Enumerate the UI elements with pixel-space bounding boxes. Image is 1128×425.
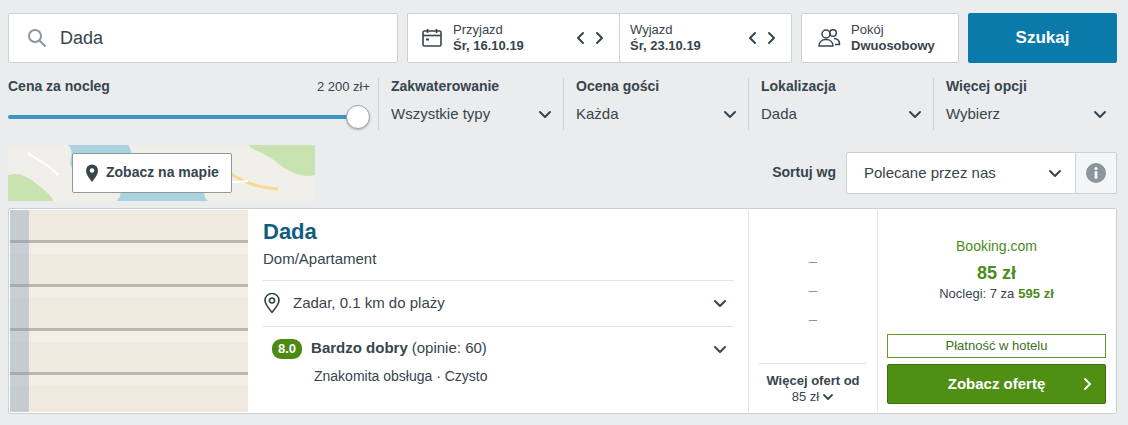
info-button[interactable] (1076, 152, 1117, 194)
location-text: Zadar, 0.1 km do plaży (293, 294, 700, 313)
search-field[interactable] (8, 13, 398, 63)
filter-list: Zakwaterowanie Wszystkie typy Ocena gości K… (378, 78, 1118, 130)
sort-control: Sortuj wg Polecane przez nas (772, 152, 1117, 194)
search-bar: PrzyjazdŚr, 16.10.19WyjazdŚr, 23.10.19 P… (8, 13, 1117, 63)
chevron-down-icon (537, 106, 553, 122)
people-icon (817, 27, 841, 49)
sort-label: Sortuj wg (772, 164, 836, 182)
previous-day-icon[interactable] (573, 30, 587, 46)
date-value: Śr, 16.10.19 (453, 38, 563, 54)
date-label: Wyjazd (630, 22, 735, 38)
filter-value: Wszystkie typy (391, 105, 490, 124)
hotel-name[interactable]: Dada (263, 218, 734, 246)
filter-dropdown[interactable]: Zakwaterowanie Wszystkie typy (378, 78, 563, 130)
alt-price: – (809, 310, 817, 329)
filter-dropdown[interactable]: Więcej opcji Wybierz (933, 78, 1118, 130)
chevron-down-icon (712, 341, 728, 357)
price-label: Cena za nocleg (8, 78, 110, 96)
review-count: (opinie: 60) (412, 339, 487, 358)
best-offer: Booking.com 85 złNoclegi: 7 za595 zł Płatn… (877, 210, 1115, 412)
view-offer-label: Zobacz ofertę (948, 375, 1046, 394)
search-button[interactable]: Szukaj (968, 13, 1117, 63)
alt-price: – (809, 281, 817, 300)
map-button-label: Zobacz na mapie (106, 164, 219, 182)
previous-day-icon[interactable] (745, 30, 759, 46)
map-pin-icon (85, 163, 99, 183)
date-picker: PrzyjazdŚr, 16.10.19WyjazdŚr, 23.10.19 (407, 13, 792, 63)
filter-label: Ocena gości (576, 78, 738, 96)
room-label: Pokój (851, 22, 935, 38)
hotel-card[interactable]: Dada Dom/Apartament Zadar, 0.1 km do plaży… (8, 208, 1117, 414)
rating-badge: 8.0 (272, 339, 302, 359)
date-value: Śr, 23.10.19 (630, 38, 735, 54)
filter-label: Więcej opcji (946, 78, 1108, 96)
filter-value: Dada (761, 105, 797, 124)
filter-label: Zakwaterowanie (391, 78, 553, 96)
filter-value: Wybierz (946, 105, 1000, 124)
payment-note: Płatność w hotelu (887, 334, 1106, 358)
chevron-right-icon (1081, 376, 1095, 392)
rating-row[interactable]: 8.0 Bardzo dobry(opinie: 60) Znakomita obs… (263, 326, 734, 394)
date-field[interactable]: PrzyjazdŚr, 16.10.19 (408, 14, 619, 62)
more-offers-price: 85 zł (792, 389, 819, 405)
map-button[interactable]: Zobacz na mapie (72, 153, 232, 193)
next-day-icon[interactable] (765, 30, 779, 46)
sort-select[interactable]: Polecane przez nas (846, 152, 1076, 194)
filter-label: Lokalizacja (761, 78, 923, 96)
hotel-type: Dom/Apartament (263, 250, 734, 269)
date-label: Przyjazd (453, 22, 563, 38)
search-input[interactable] (60, 27, 385, 50)
chevron-down-icon (712, 295, 728, 311)
view-offer-button[interactable]: Zobacz ofertę (887, 364, 1106, 404)
price-filter: Cena za nocleg 2 200 zł+ (8, 78, 370, 130)
provider-name: Booking.com (887, 238, 1106, 256)
slider-track (8, 115, 358, 119)
alt-price: – (809, 252, 817, 271)
offer-price: 85 zł (887, 262, 1106, 285)
pin-icon (263, 292, 281, 314)
hotel-photo[interactable] (10, 210, 248, 412)
hotel-info: Dada Dom/Apartament Zadar, 0.1 km do plaży… (248, 210, 748, 412)
chevron-down-icon (722, 106, 738, 122)
chevron-down-icon (907, 106, 923, 122)
price-reading: 2 200 zł+ (317, 79, 370, 95)
page: PrzyjazdŚr, 16.10.19WyjazdŚr, 23.10.19 P… (0, 0, 1128, 414)
chevron-down-icon (822, 391, 834, 403)
more-offers-label: Więcej ofert od (759, 373, 867, 389)
search-icon (27, 28, 47, 48)
toolbar-row: Zobacz na mapie Sortuj wg Polecane przez… (8, 145, 1117, 201)
calendar-icon (421, 28, 443, 48)
next-day-icon[interactable] (593, 30, 607, 46)
info-icon (1085, 162, 1107, 184)
rating-highlights: Znakomita obsługa · Czysto (314, 368, 728, 386)
room-value: Dwuosobowy (851, 38, 935, 54)
nights-text: Noclegi: 7 za (939, 286, 1014, 302)
other-offers: – – – Więcej ofert od85 zł (748, 210, 877, 412)
filter-row: Cena za nocleg 2 200 zł+ Zakwaterowanie W… (8, 78, 1117, 130)
filter-dropdown[interactable]: Ocena gości Każda (563, 78, 748, 130)
slider-fill (8, 115, 358, 119)
price-slider[interactable] (8, 105, 370, 129)
sort-value: Polecane przez nas (864, 164, 996, 183)
result-list: Dada Dom/Apartament Zadar, 0.1 km do plaży… (8, 208, 1117, 414)
chevron-down-icon (1047, 165, 1063, 181)
chevron-down-icon (1092, 106, 1108, 122)
room-picker[interactable]: Pokój Dwuosobowy (801, 13, 959, 63)
date-field[interactable]: WyjazdŚr, 23.10.19 (619, 14, 791, 62)
map-preview[interactable]: Zobacz na mapie (8, 145, 315, 201)
location-row[interactable]: Zadar, 0.1 km do plaży (263, 280, 734, 326)
total-price: 595 zł (1018, 286, 1053, 302)
more-offers-button[interactable]: Więcej ofert od85 zł (759, 363, 867, 413)
rating-label: Bardzo dobry (311, 339, 408, 358)
filter-dropdown[interactable]: Lokalizacja Dada (748, 78, 933, 130)
slider-thumb[interactable] (346, 105, 370, 129)
filter-value: Każda (576, 105, 619, 124)
